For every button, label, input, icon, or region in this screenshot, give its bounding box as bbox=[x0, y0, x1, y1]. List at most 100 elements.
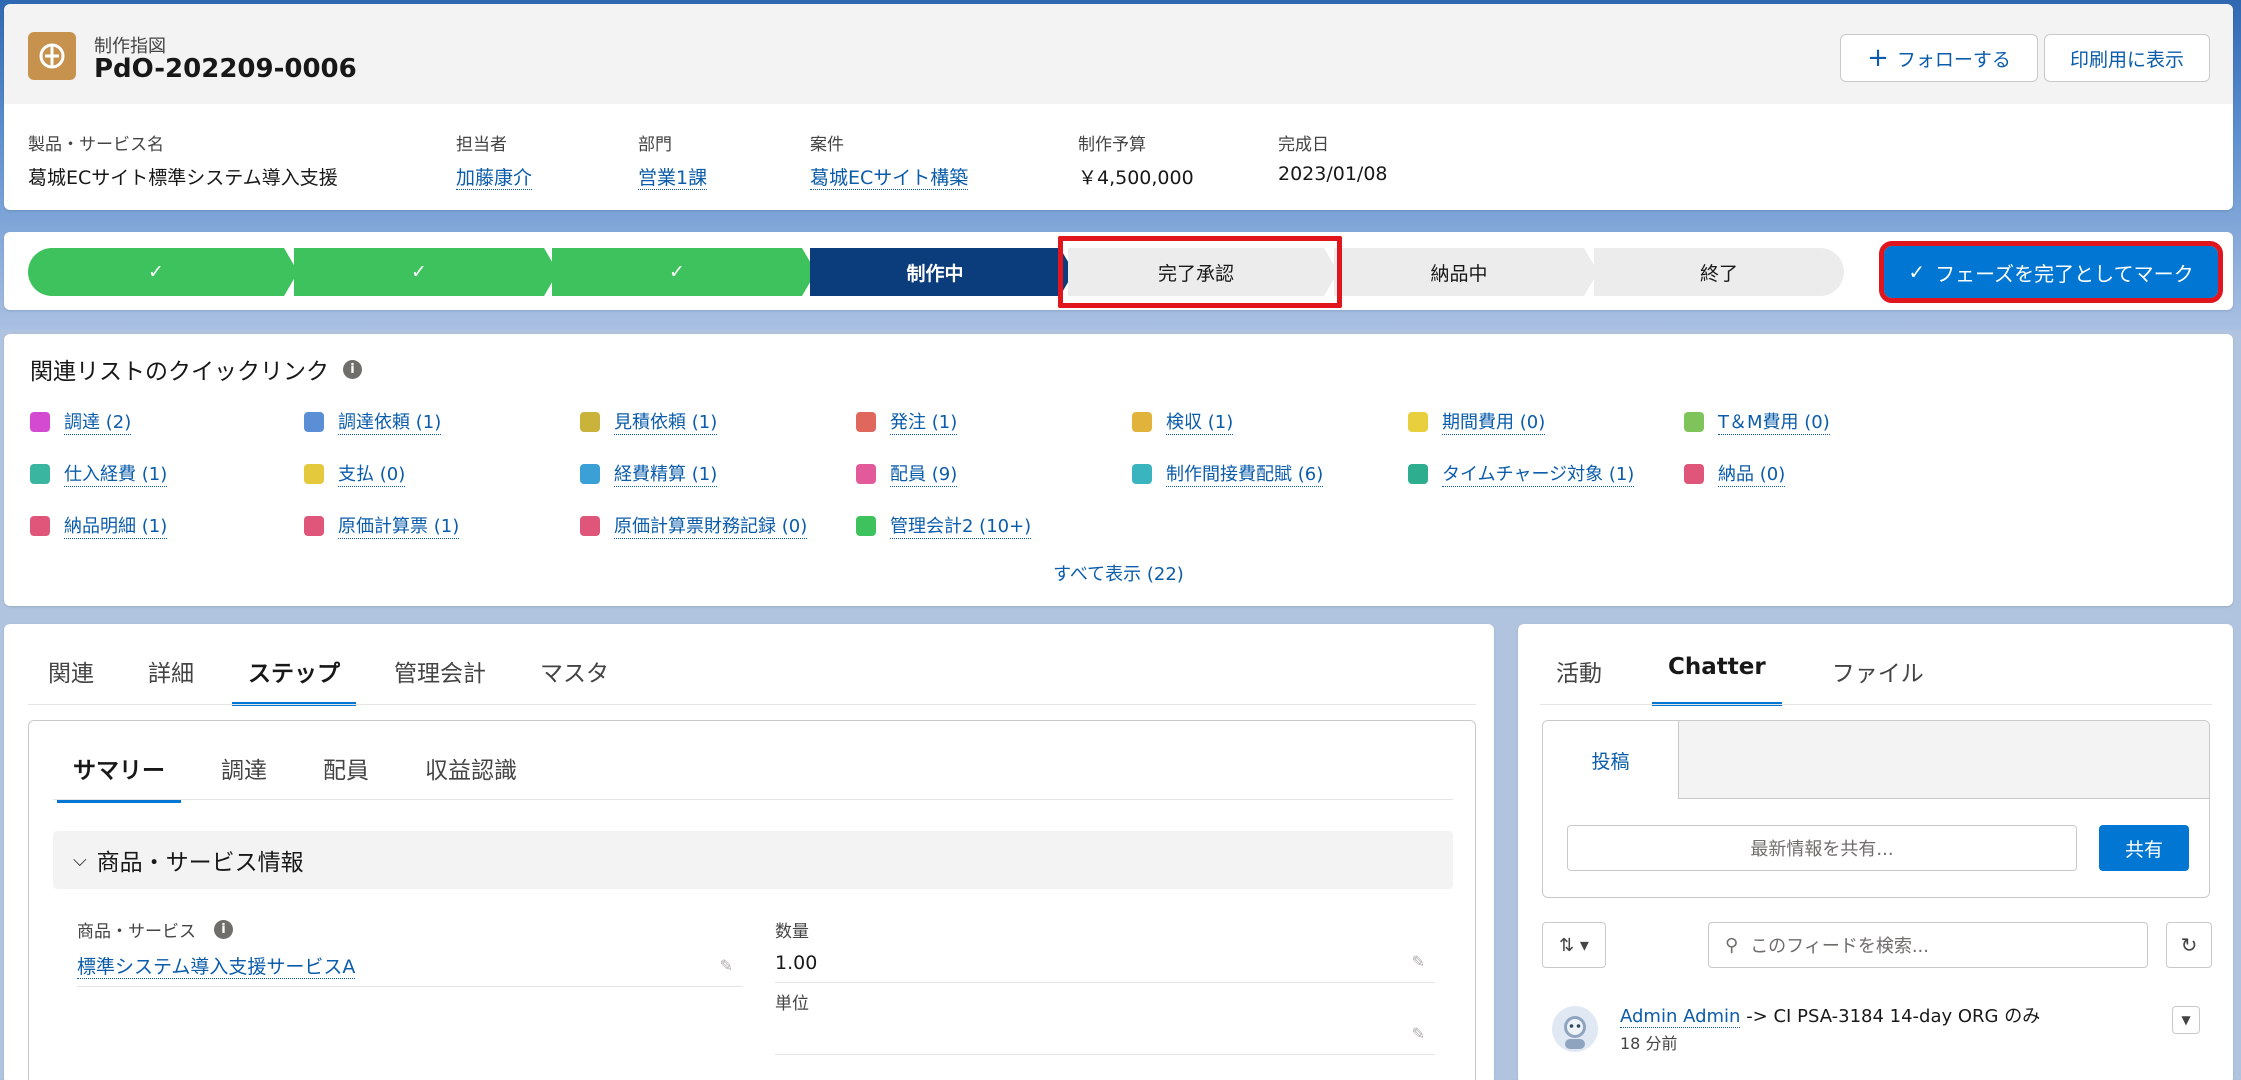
subtab-assignment[interactable]: 配員 bbox=[307, 751, 385, 797]
subtab-procurement[interactable]: 調達 bbox=[205, 751, 283, 797]
field-underline bbox=[775, 1054, 1435, 1055]
quick-link[interactable]: 支払 (0) bbox=[338, 460, 406, 487]
section-header-product-info[interactable]: ⌵ 商品・サービス情報 bbox=[53, 831, 1453, 889]
department-link[interactable]: 営業1課 bbox=[638, 167, 708, 190]
quick-link[interactable]: 経費精算 (1) bbox=[614, 460, 718, 487]
mark-stage-complete-button[interactable]: ✓ フェーズを完了としてマーク bbox=[1879, 241, 2223, 303]
feed-user-link[interactable]: Admin Admin bbox=[1620, 1006, 1741, 1028]
quick-link[interactable]: タイムチャージ対象 (1) bbox=[1442, 460, 1635, 487]
side-tabs: 活動 Chatter ファイル bbox=[1540, 654, 1940, 706]
quick-link[interactable]: 納品 (0) bbox=[1718, 460, 1786, 487]
related-list-icon bbox=[30, 463, 50, 484]
edit-pencil-icon[interactable]: ✎ bbox=[1412, 1024, 1425, 1043]
tab-management-accounting[interactable]: 管理会計 bbox=[378, 654, 502, 700]
tab-files[interactable]: ファイル bbox=[1816, 654, 1940, 700]
edit-pencil-icon[interactable]: ✎ bbox=[720, 956, 733, 975]
related-list-icon bbox=[856, 411, 876, 432]
main-tabs: 関連 詳細 ステップ 管理会計 マスタ bbox=[32, 654, 625, 706]
sort-icon: ⇅ ▾ bbox=[1559, 934, 1589, 956]
quick-link-item: 仕入経費 (1) bbox=[30, 460, 168, 487]
path-step-current[interactable]: 制作中 bbox=[810, 248, 1060, 296]
feed-headline: Admin Admin -> CI PSA-3184 14-day ORG のみ bbox=[1620, 1002, 2040, 1028]
production-order-icon bbox=[28, 32, 76, 80]
quick-links-title: 関連リストのクイックリンク i bbox=[30, 352, 362, 386]
quick-link[interactable]: 配員 (9) bbox=[890, 460, 958, 487]
quick-link[interactable]: 見積依頼 (1) bbox=[614, 408, 718, 435]
show-all-link[interactable]: すべて表示 (22) bbox=[1053, 564, 1184, 585]
quick-link[interactable]: 原価計算票 (1) bbox=[338, 512, 460, 539]
subtab-divider bbox=[53, 799, 1453, 800]
share-button[interactable]: 共有 bbox=[2099, 825, 2189, 871]
quick-link[interactable]: 調達依頼 (1) bbox=[338, 408, 442, 435]
path-step-end[interactable]: 終了 bbox=[1594, 248, 1844, 296]
check-icon: ✓ bbox=[148, 261, 164, 283]
quick-link[interactable]: 期間費用 (0) bbox=[1442, 408, 1546, 435]
follow-button[interactable]: + フォローする bbox=[1840, 34, 2038, 82]
quick-link[interactable]: 制作間接費配賦 (6) bbox=[1166, 460, 1324, 487]
print-button-label: 印刷用に表示 bbox=[2069, 48, 2184, 71]
feed-timestamp: 18 分前 bbox=[1620, 1034, 1678, 1053]
field-underline bbox=[77, 986, 743, 987]
quick-link[interactable]: 発注 (1) bbox=[890, 408, 958, 435]
mark-button-label: フェーズを完了としてマーク bbox=[1935, 261, 2194, 286]
quick-link[interactable]: 仕入経費 (1) bbox=[64, 460, 168, 487]
quick-link[interactable]: 原価計算票財務記録 (0) bbox=[614, 512, 808, 539]
path-step-1[interactable]: ✓ bbox=[28, 248, 284, 296]
follow-button-label: フォローする bbox=[1896, 48, 2011, 71]
highlight-label: 担当者 bbox=[456, 135, 507, 155]
related-list-icon bbox=[1132, 411, 1152, 432]
sort-feed-button[interactable]: ⇅ ▾ bbox=[1542, 922, 1606, 968]
related-list-icon bbox=[30, 515, 50, 536]
tab-details[interactable]: 詳細 bbox=[132, 654, 210, 700]
main-tabset-panel: 関連 詳細 ステップ 管理会計 マスタ サマリー 調達 配員 収益認識 ⌵ 商品… bbox=[4, 624, 1494, 1080]
search-placeholder: このフィードを検索... bbox=[1750, 936, 1929, 957]
feed-item-menu-button[interactable]: ▼ bbox=[2172, 1006, 2200, 1034]
product-link[interactable]: 標準システム導入支援サービスA bbox=[77, 956, 356, 979]
highlight-budget: 制作予算 ￥4,500,000 bbox=[1078, 130, 1194, 190]
steps-inner-card: サマリー 調達 配員 収益認識 ⌵ 商品・サービス情報 商品・サービス i 標準シ… bbox=[28, 720, 1476, 1080]
subtab-summary[interactable]: サマリー bbox=[57, 751, 181, 803]
highlight-complete-date: 完成日 2023/01/08 bbox=[1278, 130, 1388, 185]
share-update-input[interactable]: 最新情報を共有... bbox=[1567, 825, 2077, 871]
tab-chatter[interactable]: Chatter bbox=[1652, 654, 1782, 706]
print-view-button[interactable]: 印刷用に表示 bbox=[2044, 34, 2210, 82]
related-list-icon bbox=[580, 515, 600, 536]
edit-pencil-icon[interactable]: ✎ bbox=[1412, 952, 1425, 971]
related-list-icon bbox=[856, 515, 876, 536]
related-list-icon bbox=[30, 411, 50, 432]
search-icon: ⚲ bbox=[1725, 934, 1739, 956]
quick-link-item: 納品明細 (1) bbox=[30, 512, 168, 539]
tab-divider bbox=[1540, 704, 2212, 705]
feed-search-input[interactable]: ⚲ このフィードを検索... bbox=[1708, 922, 2148, 968]
owner-link[interactable]: 加藤康介 bbox=[456, 167, 533, 190]
subtab-revenue-recognition[interactable]: 収益認識 bbox=[409, 751, 533, 797]
chevron-down-icon: ▼ bbox=[2181, 1013, 2191, 1027]
tab-activity[interactable]: 活動 bbox=[1540, 654, 1618, 700]
related-list-icon bbox=[1684, 463, 1704, 484]
quick-link[interactable]: 納品明細 (1) bbox=[64, 512, 168, 539]
quick-link-item: 原価計算票 (1) bbox=[304, 512, 460, 539]
user-avatar[interactable] bbox=[1552, 1006, 1598, 1052]
quick-link[interactable]: 検収 (1) bbox=[1166, 408, 1234, 435]
quick-link-item: 調達依頼 (1) bbox=[304, 408, 442, 435]
related-list-icon bbox=[304, 411, 324, 432]
path-step-delivering[interactable]: 納品中 bbox=[1334, 248, 1584, 296]
related-list-icon bbox=[304, 463, 324, 484]
info-icon[interactable]: i bbox=[214, 920, 233, 939]
quick-link[interactable]: T＆M費用 (0) bbox=[1718, 408, 1830, 435]
tab-post[interactable]: 投稿 bbox=[1543, 721, 1679, 799]
quick-link[interactable]: 調達 (2) bbox=[64, 408, 132, 435]
path-step-3[interactable]: ✓ bbox=[552, 248, 802, 296]
project-link[interactable]: 葛城ECサイト構築 bbox=[810, 167, 969, 190]
tab-related[interactable]: 関連 bbox=[32, 654, 110, 700]
refresh-feed-button[interactable]: ↻ bbox=[2166, 922, 2212, 968]
path-step-2[interactable]: ✓ bbox=[294, 248, 544, 296]
highlight-value: 葛城ECサイト標準システム導入支援 bbox=[28, 167, 338, 189]
tab-master[interactable]: マスタ bbox=[524, 654, 625, 700]
quick-link[interactable]: 管理会計2 (10+) bbox=[890, 512, 1032, 539]
field-label: 商品・サービス bbox=[77, 922, 196, 942]
tab-steps[interactable]: ステップ bbox=[232, 654, 356, 706]
info-icon[interactable]: i bbox=[343, 359, 362, 379]
quick-link-item: 期間費用 (0) bbox=[1408, 408, 1546, 435]
field-label: 単位 bbox=[775, 994, 809, 1014]
